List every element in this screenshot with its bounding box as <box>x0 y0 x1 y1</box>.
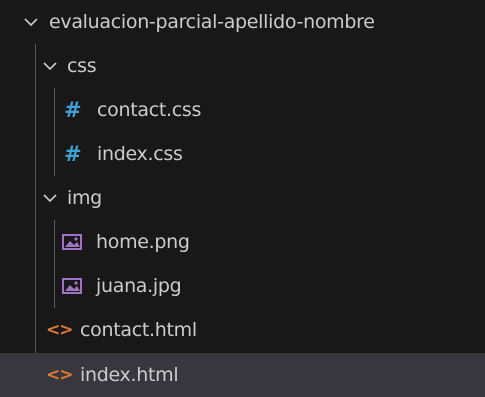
file-label: index.html <box>80 364 179 386</box>
folder-label: css <box>67 55 97 77</box>
chevron-down-icon <box>41 189 59 207</box>
file-label: home.png <box>96 231 190 253</box>
root-folder-label: evaluacion-parcial-apellido-nombre <box>49 11 375 33</box>
chevron-down-icon <box>41 57 59 75</box>
css-file-icon: # <box>64 142 82 166</box>
tree-item-file-contact-css[interactable]: # contact.css <box>0 88 485 132</box>
file-label: index.css <box>97 143 183 165</box>
tree-item-folder-img[interactable]: img <box>0 176 485 220</box>
file-explorer: evaluacion-parcial-apellido-nombre css #… <box>0 0 485 397</box>
image-file-icon <box>62 233 84 251</box>
html-file-icon: <> <box>46 320 74 340</box>
tree-item-file-index-css[interactable]: # index.css <box>0 132 485 176</box>
tree-item-file-contact-html[interactable]: <> contact.html <box>0 308 485 352</box>
tree-item-file-home-png[interactable]: home.png <box>0 220 485 264</box>
file-label: contact.css <box>97 99 202 121</box>
tree-item-file-juana-jpg[interactable]: juana.jpg <box>0 264 485 308</box>
chevron-down-icon <box>22 13 40 31</box>
tree-item-root-folder[interactable]: evaluacion-parcial-apellido-nombre <box>0 0 485 44</box>
folder-label: img <box>67 187 102 209</box>
tree-item-file-index-html[interactable]: <> index.html <box>0 353 485 397</box>
image-file-icon <box>62 277 84 295</box>
html-file-icon: <> <box>46 365 74 385</box>
tree-item-folder-css[interactable]: css <box>0 44 485 88</box>
file-label: contact.html <box>80 319 197 341</box>
file-label: juana.jpg <box>96 275 182 297</box>
css-file-icon: # <box>64 98 82 122</box>
